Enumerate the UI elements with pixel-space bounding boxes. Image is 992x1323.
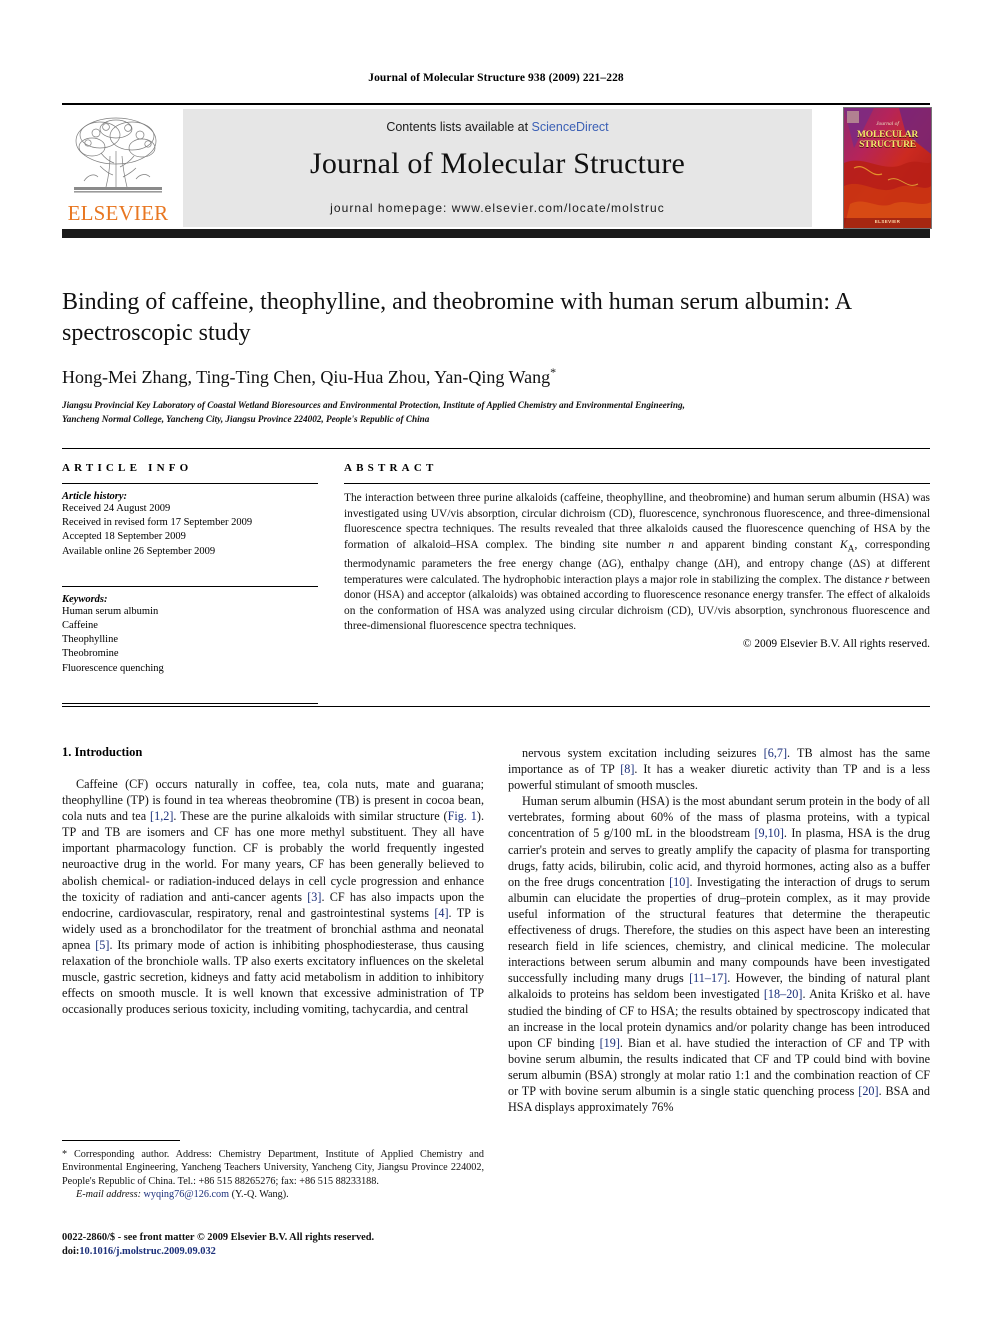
- journal-cover-thumbnail: Journal of MOLECULAR STRUCTURE ELSEVIER: [843, 107, 932, 229]
- abstract-text: The interaction between three purine alk…: [344, 492, 931, 633]
- keyword-item: Theobromine: [62, 648, 119, 660]
- keywords-bottom-divider: [62, 702, 318, 704]
- abstract-divider: [344, 483, 930, 484]
- elsevier-wordmark: ELSEVIER: [67, 201, 169, 225]
- doi-link[interactable]: 10.1016/j.molstruc.2009.09.032: [79, 1246, 216, 1257]
- article-history-label: Article history:: [62, 491, 128, 502]
- corresponding-author-marker: *: [550, 365, 557, 379]
- journal-homepage-line[interactable]: journal homepage: www.elsevier.com/locat…: [183, 201, 812, 215]
- corresponding-author-footnote: * Corresponding author. Address: Chemist…: [62, 1140, 484, 1202]
- imprint-front-matter: 0022-2860/$ - see front matter © 2009 El…: [62, 1232, 375, 1243]
- journal-masthead: ELSEVIER Contents lists available at Sci…: [62, 103, 932, 238]
- abstract-column: ABSTRACT The interaction between three p…: [344, 462, 930, 652]
- abstract-copyright: © 2009 Elsevier B.V. All rights reserved…: [742, 637, 930, 650]
- email-address-label: E-mail address:: [76, 1189, 141, 1201]
- info-spacer-bottom: [62, 676, 318, 694]
- author-names: Hong-Mei Zhang, Ting-Ting Chen, Qiu-Hua …: [62, 367, 551, 387]
- article-history-item: Available online 26 September 2009: [62, 545, 216, 557]
- article-info-divider: [62, 483, 318, 484]
- keyword-item: Theophylline: [62, 634, 118, 646]
- footnote-text: Corresponding author. Address: Chemistry…: [62, 1149, 485, 1187]
- body-column-right: nervous system excitation including seiz…: [508, 745, 930, 1115]
- article-history-item: Received in revised form 17 September 20…: [62, 517, 253, 529]
- affiliation-line-1: Jiangsu Provincial Key Laboratory of Coa…: [62, 400, 685, 410]
- sciencedirect-link[interactable]: ScienceDirect: [532, 120, 609, 134]
- keywords-label: Keywords:: [62, 593, 108, 605]
- document-page: Journal of Molecular Structure 938 (2009…: [0, 0, 992, 1323]
- cover-title-line2: STRUCTURE: [859, 140, 916, 150]
- footnote-body: * Corresponding author. Address: Chemist…: [62, 1148, 484, 1188]
- email-address-link[interactable]: wyqing76@126.com: [144, 1189, 230, 1200]
- imprint-block: 0022-2860/$ - see front matter © 2009 El…: [62, 1231, 492, 1259]
- section-heading-introduction: 1. Introduction: [62, 745, 143, 759]
- article-info-column: ARTICLE INFO Article history: Received 2…: [62, 462, 318, 711]
- abstract-heading: ABSTRACT: [344, 462, 438, 474]
- affiliation-line-2: Yancheng Normal College, Yancheng City, …: [62, 414, 430, 424]
- affiliation: Jiangsu Provincial Key Laboratory of Coa…: [62, 398, 930, 426]
- running-head: Journal of Molecular Structure 938 (2009…: [368, 72, 624, 84]
- body-paragraph: nervous system excitation including seiz…: [508, 746, 930, 793]
- cover-publisher: ELSEVIER: [874, 219, 901, 224]
- article-history-item: Received 24 August 2009: [62, 503, 171, 514]
- footnote-marker: *: [62, 1149, 68, 1160]
- body-column-left: 1. Introduction Caffeine (CF) occurs nat…: [62, 745, 484, 1017]
- page-title: Binding of caffeine, theophylline, and t…: [62, 289, 851, 346]
- footnote-rule: [62, 1140, 180, 1141]
- title-block: Binding of caffeine, theophylline, and t…: [62, 287, 930, 426]
- author-list: Hong-Mei Zhang, Ting-Ting Chen, Qiu-Hua …: [62, 365, 930, 388]
- imprint-doi-line: doi:10.1016/j.molstruc.2009.09.032: [62, 1245, 492, 1259]
- masthead-center-panel: Contents lists available at ScienceDirec…: [183, 109, 812, 227]
- article-history-item: Accepted 18 September 2009: [62, 531, 186, 543]
- elsevier-logo: ELSEVIER: [62, 109, 172, 227]
- elsevier-tree-icon: [74, 117, 162, 193]
- footnote-email-line: E-mail address: wyqing76@126.com (Y.-Q. …: [62, 1188, 484, 1201]
- keywords-divider: [62, 585, 318, 587]
- info-band-top-rule: [62, 448, 930, 449]
- body-paragraph: Caffeine (CF) occurs naturally in coffee…: [62, 777, 485, 1017]
- masthead-top-rule: [62, 103, 930, 105]
- contents-prefix: Contents lists available at: [386, 120, 532, 134]
- body-paragraph: Human serum albumin (HSA) is the most ab…: [508, 794, 931, 1115]
- keyword-item: Fluorescence quenching: [62, 662, 164, 674]
- masthead-bottom-rule: [62, 229, 930, 238]
- cover-title-line1: MOLECULAR: [856, 130, 918, 140]
- contents-available-line: Contents lists available at ScienceDirec…: [183, 120, 812, 134]
- journal-title: Journal of Molecular Structure: [309, 147, 686, 180]
- email-address-suffix: (Y.-Q. Wang).: [231, 1189, 289, 1201]
- keyword-item: Human serum albumin: [62, 605, 159, 617]
- keyword-item: Caffeine: [62, 620, 98, 632]
- cover-superline: Journal of: [876, 121, 899, 127]
- cover-title: MOLECULAR STRUCTURE: [844, 130, 931, 150]
- doi-label: doi:: [62, 1246, 80, 1257]
- article-info-heading: ARTICLE INFO: [62, 462, 193, 474]
